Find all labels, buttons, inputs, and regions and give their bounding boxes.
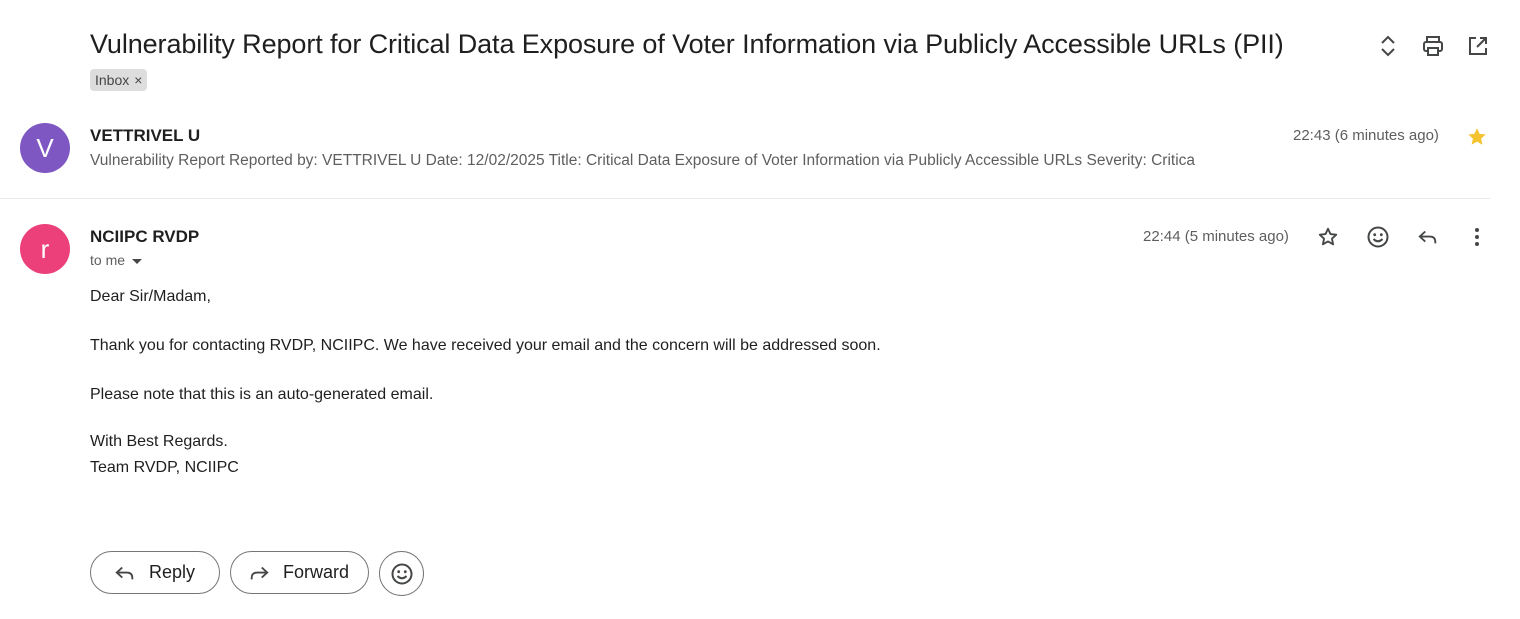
sender-name[interactable]: VETTRIVEL U bbox=[90, 126, 200, 146]
emoji-react-button[interactable] bbox=[379, 551, 424, 596]
emoji-icon bbox=[390, 562, 414, 586]
forward-button[interactable]: Forward bbox=[230, 551, 369, 594]
email-body-line: With Best Regards. bbox=[90, 433, 228, 450]
reply-button[interactable]: Reply bbox=[90, 551, 220, 594]
inbox-label-chip[interactable]: Inbox × bbox=[90, 69, 148, 91]
email-subject: Vulnerability Report for Critical Data E… bbox=[90, 29, 1284, 59]
email-body-line: Dear Sir/Madam, bbox=[90, 288, 211, 305]
email-body-line: Thank you for contacting RVDP, NCIIPC. W… bbox=[90, 337, 881, 354]
sender-name[interactable]: NCIIPC RVDP bbox=[90, 227, 199, 247]
reply-icon[interactable] bbox=[1412, 221, 1444, 253]
remove-label-button[interactable]: × bbox=[134, 72, 142, 88]
print-icon[interactable] bbox=[1418, 31, 1448, 61]
message-snippet[interactable]: Vulnerability Report Reported by: VETTRI… bbox=[90, 152, 1195, 170]
email-body-line: Team RVDP, NCIIPC bbox=[90, 459, 239, 476]
forward-icon bbox=[248, 562, 270, 584]
avatar[interactable]: r bbox=[20, 224, 70, 274]
emoji-reaction-icon[interactable] bbox=[1362, 221, 1394, 253]
expand-collapse-icon[interactable] bbox=[1373, 31, 1403, 61]
star-outline-icon[interactable] bbox=[1312, 221, 1344, 253]
forward-label: Forward bbox=[283, 562, 350, 582]
message-timestamp[interactable]: 22:44 (5 minutes ago) bbox=[1143, 228, 1289, 245]
reply-icon bbox=[114, 562, 136, 584]
open-in-new-window-icon[interactable] bbox=[1463, 31, 1493, 61]
email-body-line: Please note that this is an auto-generat… bbox=[90, 386, 434, 403]
label-text: Inbox bbox=[95, 72, 130, 88]
reply-label: Reply bbox=[149, 562, 196, 582]
message-timestamp[interactable]: 22:43 (6 minutes ago) bbox=[1293, 127, 1439, 144]
recipient-details-toggle[interactable]: to me bbox=[90, 252, 143, 268]
more-options-icon[interactable] bbox=[1461, 221, 1493, 253]
star-filled-icon[interactable] bbox=[1464, 124, 1490, 150]
avatar[interactable]: V bbox=[20, 123, 70, 173]
message-divider bbox=[0, 198, 1490, 199]
recipient-text: to me bbox=[90, 252, 126, 268]
chevron-down-icon bbox=[132, 258, 143, 264]
